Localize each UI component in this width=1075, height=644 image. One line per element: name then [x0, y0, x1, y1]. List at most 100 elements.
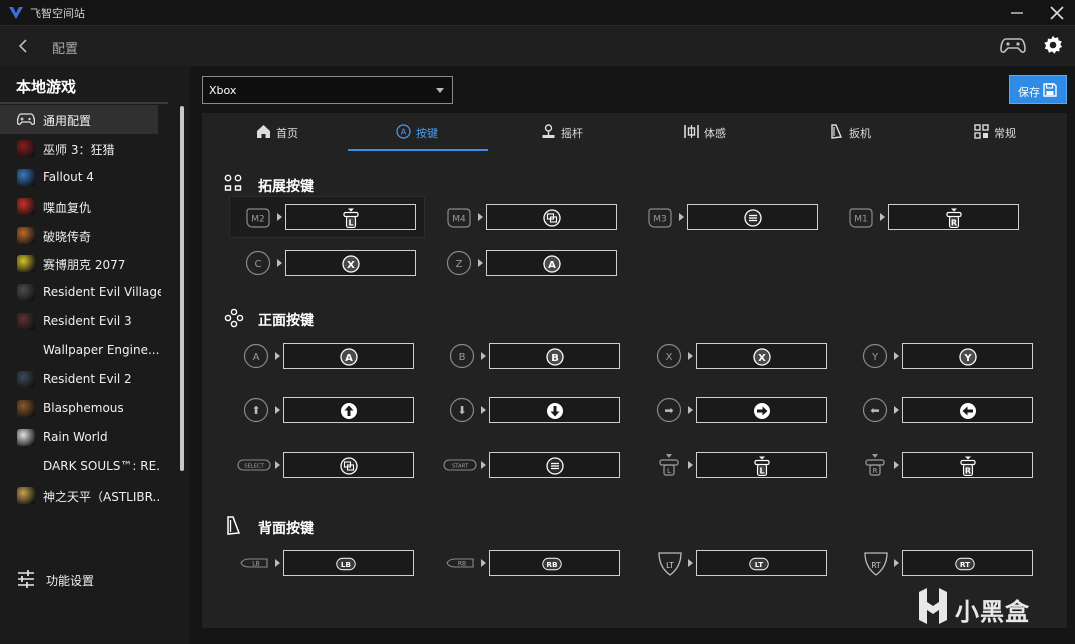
sidebar-item-game[interactable]: Resident Evil Village [0, 278, 168, 307]
arrow-right-icon [481, 352, 486, 360]
tab-general-label: 常规 [994, 127, 1016, 140]
chevron-down-icon [436, 88, 444, 93]
svg-text:RT: RT [960, 560, 970, 569]
sidebar-item-game[interactable]: 喋血复仇 [0, 192, 168, 221]
arrow-right-icon [275, 461, 280, 469]
sidebar-item-game[interactable]: Fallout 4 [0, 163, 168, 192]
target-button-slot[interactable]: L [285, 204, 416, 230]
svg-text:START: START [452, 464, 469, 470]
source-button-rb-icon: RB [445, 550, 474, 576]
section-face-buttons: 正面按键 [224, 308, 424, 329]
target-button-slot[interactable] [283, 452, 414, 478]
fallout-icon [17, 168, 35, 186]
source-button-start-icon: START [443, 452, 477, 478]
sidebar-item-game[interactable]: 破晓传奇 [0, 221, 168, 250]
tab-joystick[interactable]: 摇杆 [494, 113, 634, 151]
save-button[interactable]: 保存 [1009, 75, 1067, 104]
tales-arise-icon [17, 226, 35, 244]
svg-text:LT: LT [755, 560, 763, 569]
mapping-m2: M2 L [229, 196, 435, 238]
sidebar-item-label: 通用配置 [43, 114, 92, 128]
arrow-right-icon [277, 259, 282, 267]
device-select-value: Xbox [209, 84, 237, 97]
svg-text:➡: ➡ [664, 404, 673, 417]
sidebar-item-label: DARK SOULS™: RE... [43, 458, 161, 473]
sidebar-item-game[interactable]: Rain World [0, 423, 168, 452]
source-button-rt-icon: RT [862, 550, 888, 576]
arrow-right-icon [688, 559, 693, 567]
target-button-slot[interactable]: RB [489, 550, 620, 576]
source-button-z-icon: Z [446, 250, 472, 276]
target-button-slot[interactable] [696, 397, 827, 423]
target-button-slot[interactable]: RT [902, 550, 1033, 576]
watermark: 小黑盒 [915, 586, 1050, 626]
target-button-slot[interactable]: LB [283, 550, 414, 576]
tab-motion[interactable]: 体感 [636, 113, 776, 151]
arrow-right-icon [277, 213, 282, 221]
target-button-slot[interactable]: B [489, 343, 620, 369]
source-button-a-icon: A [243, 343, 269, 369]
arrow-right-icon [688, 461, 693, 469]
svg-text:M2: M2 [251, 215, 265, 225]
sidebar-item-game[interactable]: Resident Evil 2 [0, 365, 168, 394]
arrow-right-icon [688, 406, 693, 414]
tab-home-label: 首页 [276, 127, 298, 140]
svg-text:R: R [873, 467, 878, 475]
source-button-lb-icon: LB [239, 550, 268, 576]
svg-text:LT: LT [666, 561, 674, 570]
target-button-slot[interactable]: A [486, 250, 617, 276]
target-button-slot[interactable]: L [696, 452, 827, 478]
svg-text:B: B [551, 353, 559, 364]
sidebar-item-game[interactable]: Blasphemous [0, 394, 168, 423]
target-button-slot[interactable] [283, 397, 414, 423]
svg-text:A: A [345, 353, 353, 364]
sidebar-item-game[interactable]: 赛博朋克 2077 [0, 249, 168, 278]
arrow-right-icon [894, 406, 899, 414]
device-select[interactable]: Xbox [202, 76, 453, 104]
mapping-y: YY [862, 343, 1052, 369]
tab-trigger[interactable]: 扳机 [781, 113, 921, 151]
target-button-slot[interactable] [687, 204, 818, 230]
source-button-m1-icon: M1 [848, 204, 874, 230]
source-button-rs-icon: R [862, 452, 888, 478]
gear-icon[interactable] [1042, 34, 1064, 56]
target-button-slot[interactable] [489, 397, 620, 423]
sidebar-item-label: 破晓传奇 [43, 229, 92, 244]
target-button-slot[interactable]: X [285, 250, 416, 276]
tab-general[interactable]: 常规 [926, 113, 1066, 151]
target-button-slot[interactable]: A [283, 343, 414, 369]
target-button-slot[interactable]: Y [902, 343, 1033, 369]
sidebar-item-label: Resident Evil 2 [43, 372, 132, 387]
source-button-dpad-down-icon: ⬇ [449, 397, 475, 423]
target-button-slot[interactable]: R [902, 452, 1033, 478]
arrow-right-icon [275, 559, 280, 567]
target-button-slot[interactable] [902, 397, 1033, 423]
controller-status-icon[interactable] [1000, 34, 1026, 56]
function-settings-label: 功能设置 [46, 574, 95, 588]
sidebar-item-game[interactable]: 神之天平（ASTLIBR... [0, 481, 168, 510]
target-button-slot[interactable]: LT [696, 550, 827, 576]
sidebar-item-game[interactable]: Resident Evil 3 [0, 307, 168, 336]
target-button-slot[interactable] [489, 452, 620, 478]
sidebar-scrollbar[interactable] [180, 106, 184, 471]
svg-text:⬅: ⬅ [870, 404, 879, 417]
sidebar-title: 本地游戏 [16, 78, 77, 96]
tab-buttons[interactable]: A 按键 [348, 113, 488, 151]
target-button-slot[interactable] [486, 204, 617, 230]
tab-home[interactable]: 首页 [208, 113, 348, 151]
sidebar-item-label: 神之天平（ASTLIBR... [43, 489, 161, 504]
mapping-lt: LT LT [656, 550, 846, 576]
sidebar-item-game[interactable]: 通用配置 [0, 105, 158, 134]
svg-text:⬇: ⬇ [457, 404, 466, 417]
back-arrow-icon[interactable] [14, 36, 34, 56]
target-button-slot[interactable]: X [696, 343, 827, 369]
sidebar-item-game[interactable]: Wallpaper Engine... [0, 336, 168, 365]
function-settings-button[interactable]: 功能设置 [16, 569, 166, 589]
mapping-z: ZA [446, 250, 636, 276]
sidebar-item-game[interactable]: DARK SOULS™: RE... [0, 452, 168, 481]
target-button-slot[interactable]: R [888, 204, 1019, 230]
source-button-x-icon: X [656, 343, 682, 369]
sidebar-item-game[interactable]: 巫师 3：狂猎 [0, 134, 168, 163]
minimize-button[interactable] [1002, 2, 1032, 24]
close-button[interactable] [1042, 2, 1072, 24]
